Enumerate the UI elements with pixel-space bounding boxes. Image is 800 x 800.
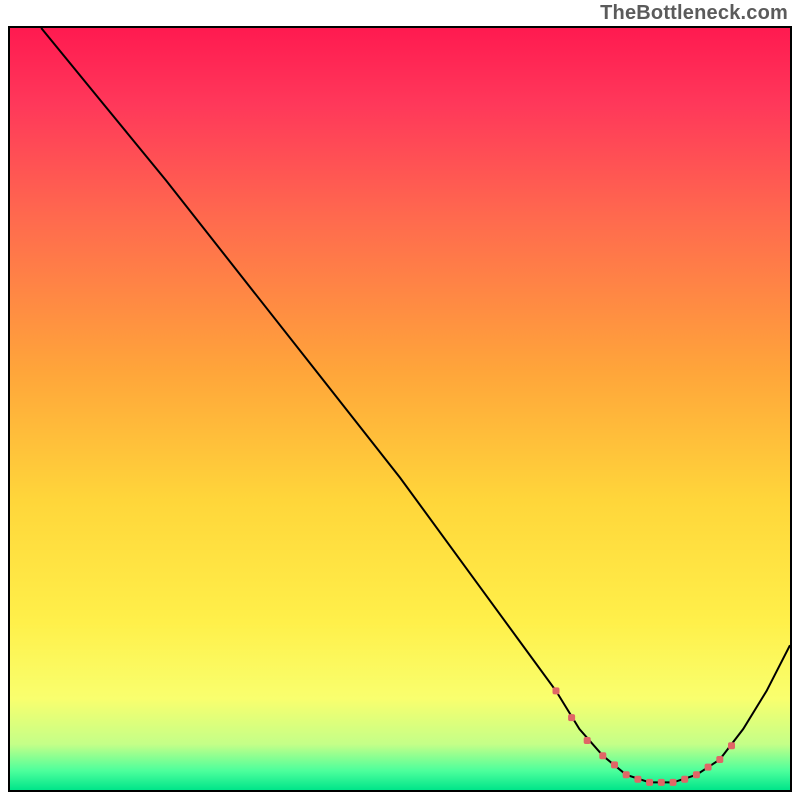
chart-svg xyxy=(10,28,790,790)
marker-dot xyxy=(658,779,665,786)
marker-dot xyxy=(568,714,575,721)
marker-dot xyxy=(693,771,700,778)
marker-dot xyxy=(705,764,712,771)
marker-dot xyxy=(599,752,606,759)
marker-dot xyxy=(611,761,618,768)
chart-area xyxy=(8,26,792,792)
marker-dot xyxy=(716,756,723,763)
marker-dot xyxy=(623,771,630,778)
marker-dot xyxy=(553,687,560,694)
watermark-text: TheBottleneck.com xyxy=(600,2,788,25)
optimal-zone-markers xyxy=(553,687,736,786)
marker-dot xyxy=(646,779,653,786)
marker-dot xyxy=(584,737,591,744)
marker-dot xyxy=(681,776,688,783)
marker-dot xyxy=(728,742,735,749)
bottleneck-curve xyxy=(41,28,790,782)
marker-dot xyxy=(670,779,677,786)
marker-dot xyxy=(634,776,641,783)
